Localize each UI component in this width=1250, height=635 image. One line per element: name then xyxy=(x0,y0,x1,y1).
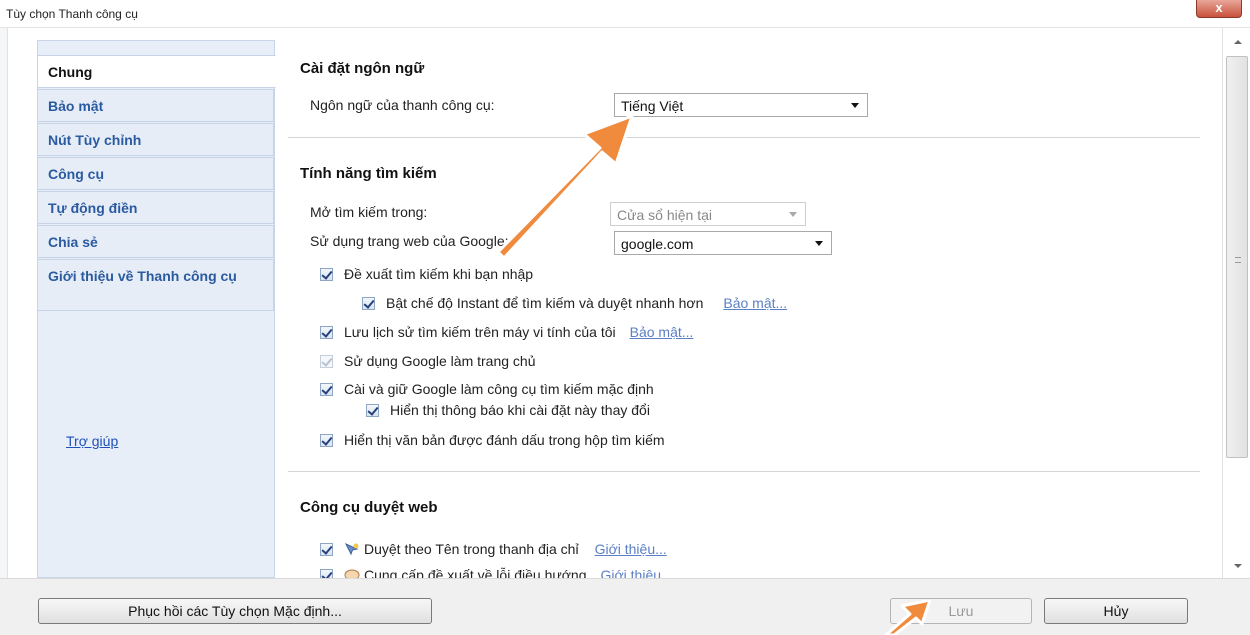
history-checkbox-row[interactable]: Lưu lịch sử tìm kiếm trên máy vi tính củ… xyxy=(320,324,693,340)
suggest-checkbox-row[interactable]: Đề xuất tìm kiếm khi bạn nhập xyxy=(320,266,533,282)
dropdown-caret-icon xyxy=(851,103,859,108)
history-privacy-link[interactable]: Bảo mật... xyxy=(630,324,694,340)
help-link[interactable]: Trợ giúp xyxy=(66,433,118,449)
vertical-scrollbar[interactable] xyxy=(1222,28,1250,578)
checkbox-icon[interactable] xyxy=(320,382,333,396)
close-icon: x xyxy=(1215,0,1223,15)
search-section-title: Tính năng tìm kiếm xyxy=(300,165,437,182)
browse-icon xyxy=(344,542,359,556)
toolbar-language-label: Ngôn ngữ của thanh công cụ: xyxy=(310,97,495,113)
open-search-in-value: Cửa sổ hiện tại xyxy=(617,207,712,223)
scrollbar-thumb[interactable] xyxy=(1226,56,1248,458)
google-site-label: Sử dụng trang web của Google: xyxy=(310,233,509,249)
settings-panel: Cài đặt ngôn ngữ Ngôn ngữ của thanh công… xyxy=(276,40,1222,578)
window-title: Tùy chọn Thanh công cụ xyxy=(6,7,138,21)
instant-privacy-link[interactable]: Bảo mật... xyxy=(723,295,787,311)
nav-error-icon xyxy=(344,569,360,578)
divider xyxy=(288,471,1200,472)
sidebar-item-share[interactable]: Chia sẻ xyxy=(38,225,274,258)
homepage-checkbox-row[interactable]: Sử dụng Google làm trang chủ xyxy=(320,353,536,369)
window-left-edge xyxy=(0,28,8,578)
checkbox-icon[interactable] xyxy=(362,296,375,310)
checkbox-icon[interactable] xyxy=(320,325,333,339)
notify-label: Hiển thị thông báo khi cài đặt này thay … xyxy=(390,402,650,418)
sidebar-item-autofill[interactable]: Tự động điền xyxy=(38,191,274,224)
checkbox-icon[interactable] xyxy=(320,267,333,281)
title-bar: Tùy chọn Thanh công cụ x xyxy=(0,0,1250,28)
open-search-in-select: Cửa sổ hiện tại xyxy=(610,202,806,226)
scroll-down-icon[interactable] xyxy=(1234,564,1242,568)
checkbox-icon[interactable] xyxy=(320,542,333,556)
close-button[interactable]: x xyxy=(1196,0,1242,18)
nav-error-link[interactable]: Giới thiệu... xyxy=(600,567,672,578)
dialog-footer: Phục hồi các Tùy chọn Mặc định... Lưu Hủ… xyxy=(0,578,1250,635)
cancel-button[interactable]: Hủy xyxy=(1044,598,1188,624)
toolbar-language-value: Tiếng Việt xyxy=(621,98,684,114)
sidebar-item-tools[interactable]: Công cụ xyxy=(38,157,274,190)
instant-checkbox-row[interactable]: Bật chế độ Instant để tìm kiếm và duyệt … xyxy=(362,295,787,311)
browsing-section-title: Công cụ duyệt web xyxy=(300,499,438,516)
language-section-title: Cài đặt ngôn ngữ xyxy=(300,60,425,77)
default-engine-checkbox-row[interactable]: Cài và giữ Google làm công cụ tìm kiếm m… xyxy=(320,381,654,397)
sidebar: Chung Bảo mật Nút Tùy chỉnh Công cụ Tự đ… xyxy=(37,40,276,578)
save-button[interactable]: Lưu xyxy=(890,598,1032,624)
toolbar-language-select[interactable]: Tiếng Việt xyxy=(614,93,868,117)
restore-defaults-button[interactable]: Phục hồi các Tùy chọn Mặc định... xyxy=(38,598,432,624)
sidebar-item-privacy[interactable]: Bảo mật xyxy=(38,89,274,122)
open-search-in-label: Mở tìm kiếm trong: xyxy=(310,204,428,220)
scrollbar-grip-icon xyxy=(1235,257,1241,263)
scroll-up-icon[interactable] xyxy=(1234,40,1242,44)
checkbox-icon[interactable] xyxy=(320,433,333,447)
browse-by-name-link[interactable]: Giới thiệu... xyxy=(595,541,667,557)
checkbox-icon[interactable] xyxy=(320,568,333,578)
sidebar-item-custom-buttons[interactable]: Nút Tùy chỉnh xyxy=(38,123,274,156)
highlight-checkbox-row[interactable]: Hiển thị văn bản được đánh dấu trong hộp… xyxy=(320,432,665,448)
checkbox-icon[interactable] xyxy=(320,354,333,368)
homepage-label: Sử dụng Google làm trang chủ xyxy=(344,353,536,369)
google-site-value: google.com xyxy=(621,236,694,252)
highlight-label: Hiển thị văn bản được đánh dấu trong hộp… xyxy=(344,432,665,448)
dropdown-caret-icon xyxy=(815,241,823,246)
sidebar-item-general[interactable]: Chung xyxy=(38,55,276,88)
sidebar-item-about[interactable]: Giới thiệu về Thanh công cụ xyxy=(38,259,274,311)
divider xyxy=(288,137,1200,138)
browse-by-name-label: Duyệt theo Tên trong thanh địa chỉ xyxy=(364,541,579,557)
google-site-select[interactable]: google.com xyxy=(614,231,832,255)
default-engine-label: Cài và giữ Google làm công cụ tìm kiếm m… xyxy=(344,381,654,397)
notify-checkbox-row[interactable]: Hiển thị thông báo khi cài đặt này thay … xyxy=(366,402,650,418)
suggest-label: Đề xuất tìm kiếm khi bạn nhập xyxy=(344,266,534,282)
nav-error-label: Cung cấp đề xuất về lỗi điều hướng xyxy=(364,567,587,578)
history-label: Lưu lịch sử tìm kiếm trên máy vi tính củ… xyxy=(344,324,616,340)
browse-by-name-checkbox-row[interactable]: Duyệt theo Tên trong thanh địa chỉ Giới … xyxy=(320,541,667,557)
dropdown-caret-icon xyxy=(789,212,797,217)
checkbox-icon[interactable] xyxy=(366,403,379,417)
sidebar-nav: Chung Bảo mật Nút Tùy chỉnh Công cụ Tự đ… xyxy=(38,55,276,312)
instant-label: Bật chế độ Instant để tìm kiếm và duyệt … xyxy=(386,295,704,311)
nav-error-checkbox-row[interactable]: Cung cấp đề xuất về lỗi điều hướng Giới … xyxy=(320,567,673,578)
